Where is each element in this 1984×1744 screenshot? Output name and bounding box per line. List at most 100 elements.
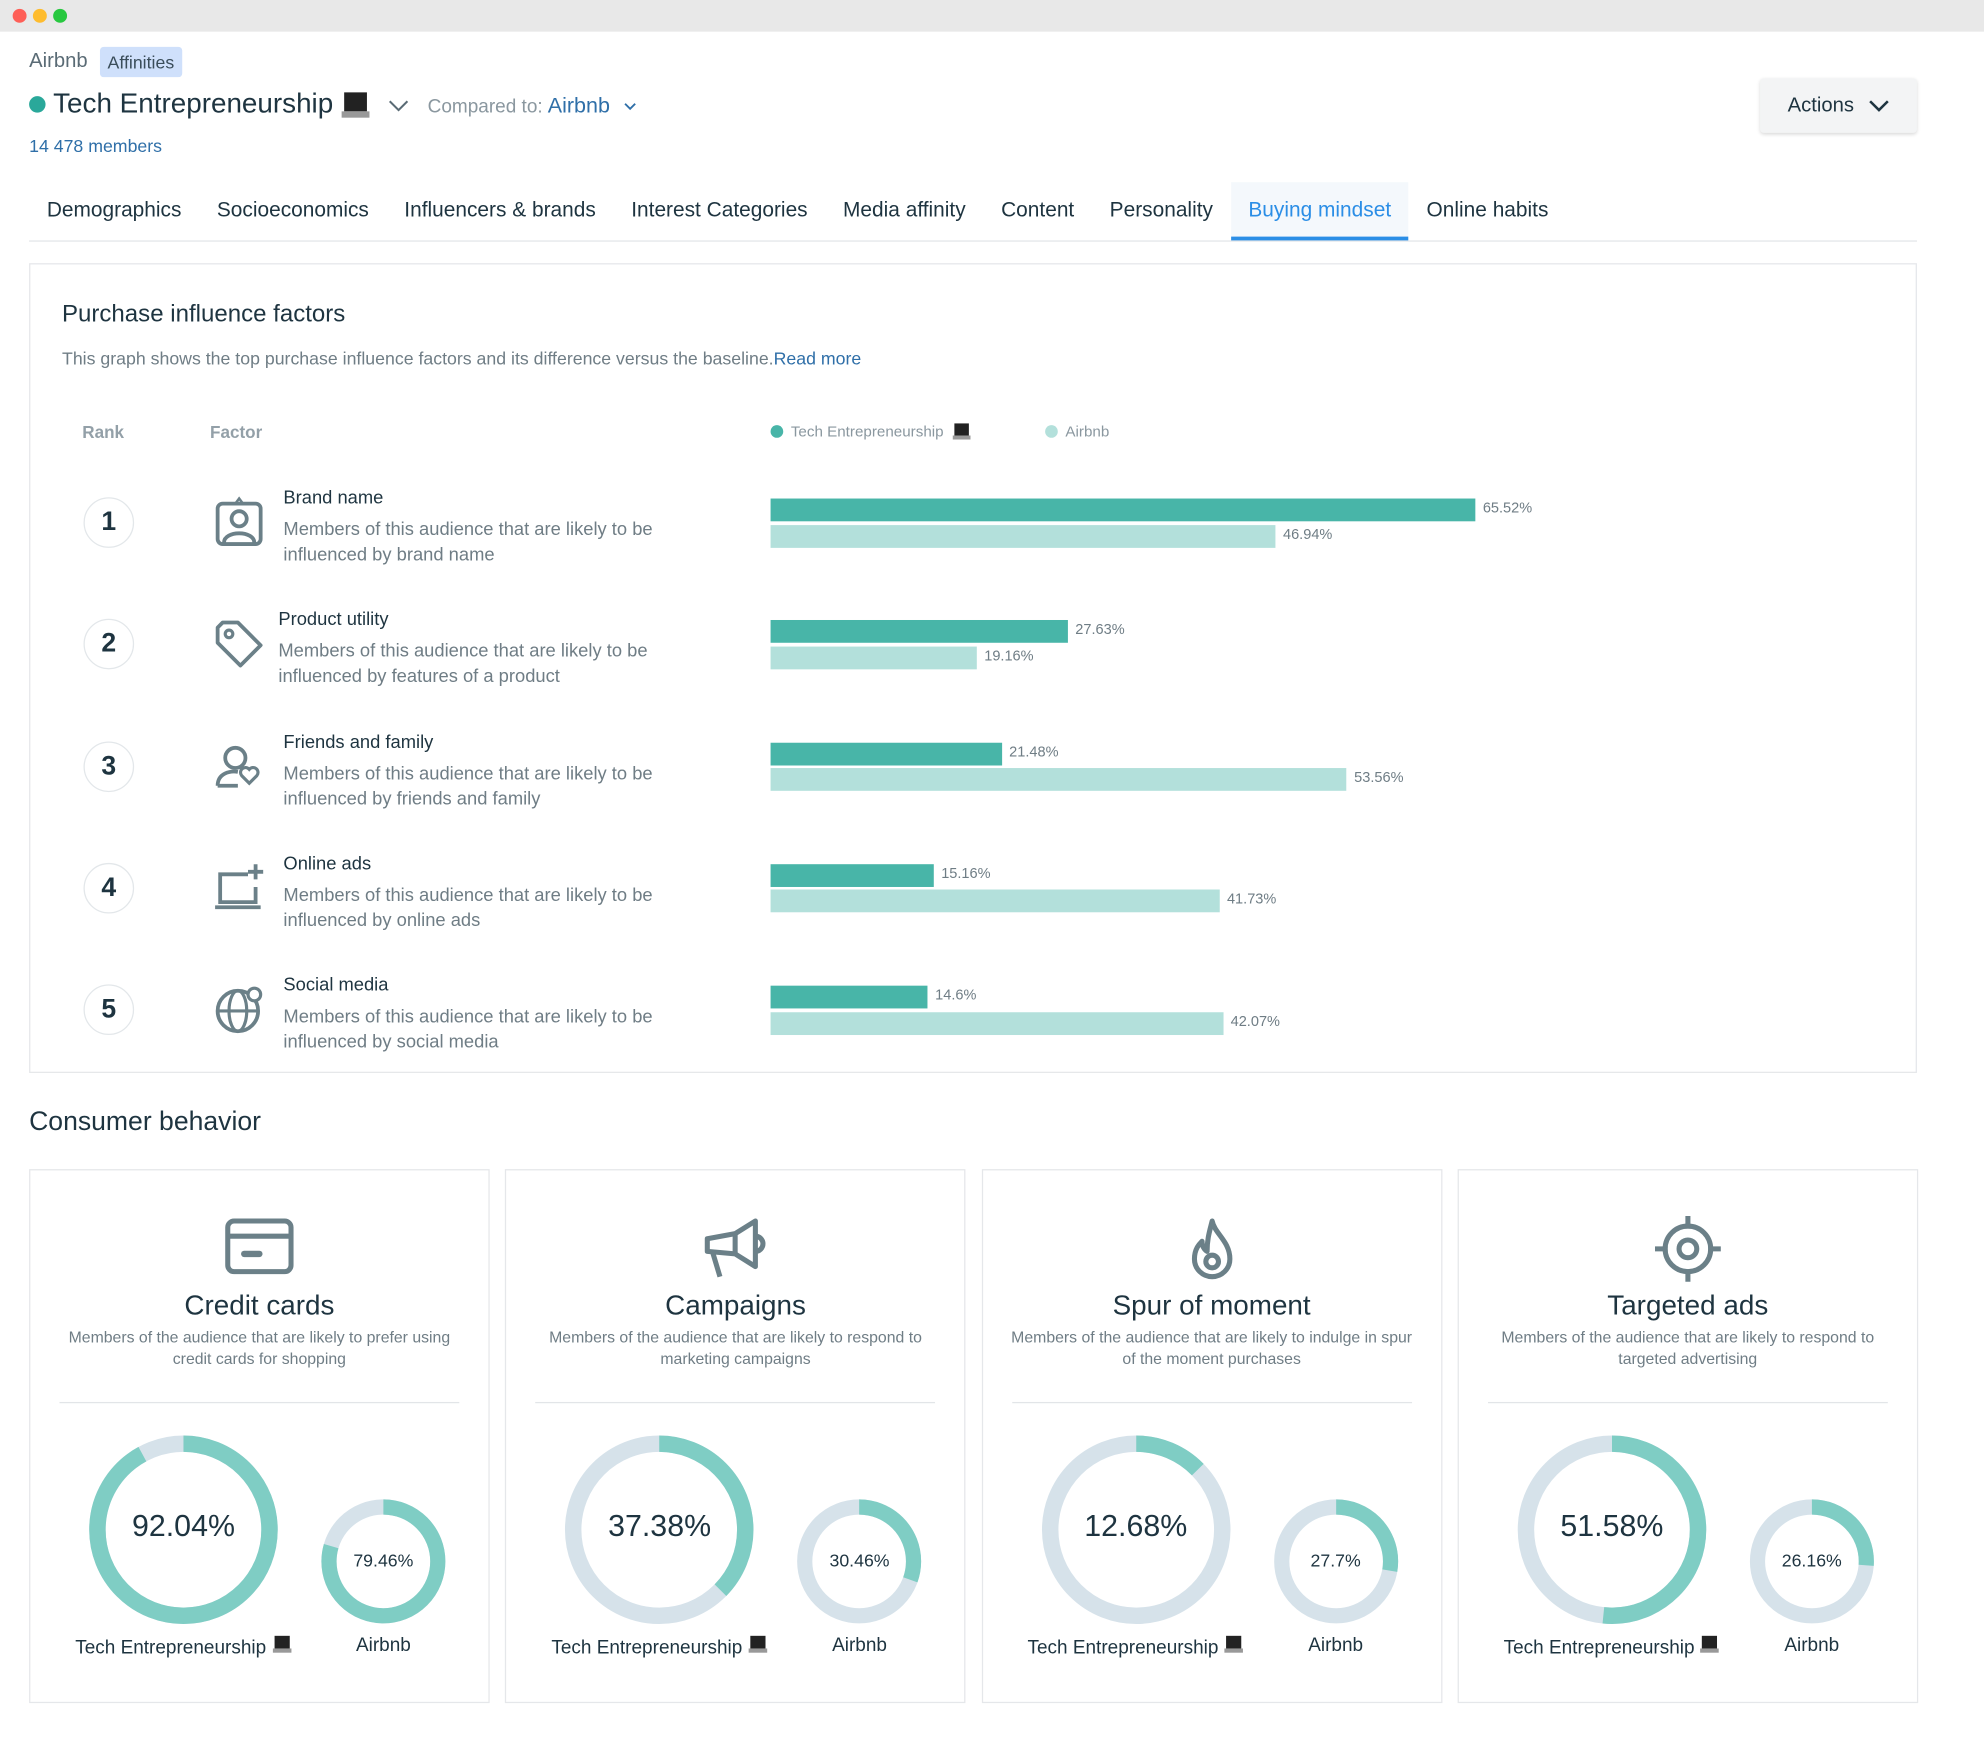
bar-value-label: 27.63% [1075, 622, 1125, 639]
tab-content[interactable]: Content [983, 182, 1092, 240]
laptop-icon [1700, 1635, 1720, 1653]
audience-value: 12.68% [1084, 1509, 1188, 1544]
rank-badge: 3 [83, 740, 135, 792]
baseline-name: Airbnb [1784, 1634, 1840, 1657]
factor-description: Members of this audience that are likely… [283, 1007, 653, 1053]
tab-online-habits[interactable]: Online habits [1409, 182, 1566, 240]
baseline-value: 30.46% [829, 1549, 890, 1571]
laptop-icon [952, 423, 971, 440]
bar-value-label: 15.16% [941, 866, 991, 882]
chevron-down-icon[interactable] [387, 96, 410, 114]
factor-description: Members of this audience that are likely… [278, 641, 648, 688]
user-heart-icon [215, 745, 260, 788]
close-window-button[interactable] [12, 8, 27, 23]
baseline-value: 79.46% [353, 1549, 414, 1571]
divider [1011, 1401, 1412, 1404]
bar-baseline[interactable] [770, 646, 977, 670]
bar-baseline[interactable] [770, 1011, 1224, 1035]
audience-name: Tech Entrepreneurship [533, 1635, 786, 1659]
audience-title: Tech Entrepreneurship [53, 87, 334, 119]
laptop-icon [748, 1635, 767, 1653]
window-titlebar [0, 0, 1984, 32]
bar-audience[interactable] [770, 498, 1476, 522]
bar-baseline[interactable] [770, 890, 1220, 913]
audience-name: Tech Entrepreneurship [1009, 1635, 1262, 1659]
actions-label: Actions [1787, 94, 1854, 116]
tag-icon [215, 621, 263, 668]
tab-demographics[interactable]: Demographics [29, 182, 199, 240]
chevron-down-icon[interactable] [623, 100, 638, 113]
factor-title: Product utility [278, 610, 389, 631]
compared-label: Compared to: [427, 96, 543, 118]
brand-name: Airbnb [29, 50, 88, 73]
tab-bar: Demographics Socioeconomics Influencers … [29, 182, 1917, 242]
tab-buying-mindset[interactable]: Buying mindset [1230, 182, 1409, 241]
baseline-value: 27.7% [1310, 1549, 1361, 1571]
compared-value[interactable]: Airbnb [548, 94, 610, 118]
bar-audience[interactable] [770, 985, 928, 1009]
credit-card-icon [225, 1218, 294, 1275]
consumer-card: Campaigns Members of the audience that a… [505, 1169, 966, 1704]
maximize-window-button[interactable] [53, 8, 68, 23]
factor-title: Brand name [283, 488, 384, 509]
baseline-name: Airbnb [355, 1634, 411, 1657]
card-description: Members of the audience that are likely … [1011, 1328, 1413, 1368]
factor-title: Friends and family [283, 732, 434, 753]
tab-media-affinity[interactable]: Media affinity [825, 182, 983, 240]
card-description: Members of the audience that are likely … [549, 1328, 922, 1368]
rank-badge: 2 [83, 619, 135, 670]
compared-to-selector[interactable]: Compared to: Airbnb [428, 94, 638, 119]
globe-icon [215, 986, 263, 1034]
audience-name: Tech Entrepreneurship [57, 1635, 310, 1659]
factor-description: Members of this audience that are likely… [283, 520, 653, 566]
factor-header: Factor [210, 422, 263, 442]
divider [59, 1401, 460, 1404]
members-count[interactable]: 14 478 members [29, 135, 162, 155]
megaphone-icon [705, 1218, 766, 1278]
tab-socioeconomics[interactable]: Socioeconomics [199, 182, 386, 240]
chevron-down-icon [1869, 99, 1890, 112]
tab-personality[interactable]: Personality [1092, 182, 1231, 240]
section-title: Purchase influence factors [61, 301, 346, 328]
audience-name: Tech Entrepreneurship [1485, 1635, 1738, 1659]
baseline-value: 26.16% [1781, 1549, 1842, 1571]
card-title: Spur of moment [1112, 1289, 1311, 1321]
card-title: Campaigns [665, 1289, 806, 1321]
audience-name-text: Tech Entrepreneurship [1503, 1637, 1695, 1659]
bar-audience[interactable] [770, 864, 934, 887]
id-badge-icon [215, 496, 263, 546]
legend-swatch [1045, 425, 1058, 438]
legend-label: Tech Entrepreneurship [790, 422, 944, 441]
tab-interest-categories[interactable]: Interest Categories [614, 182, 826, 240]
baseline-name: Airbnb [832, 1634, 887, 1657]
bar-value-label: 65.52% [1482, 501, 1533, 517]
audience-name-text: Tech Entrepreneurship [1027, 1637, 1219, 1659]
audience-selector[interactable]: Tech Entrepreneurship [53, 87, 409, 120]
card-title: Credit cards [184, 1289, 335, 1321]
laptop-icon [342, 92, 371, 118]
bar-value-label: 53.56% [1354, 770, 1404, 786]
factor-title: Online ads [283, 853, 372, 875]
bar-baseline[interactable] [770, 768, 1347, 791]
laptop-icon [1224, 1635, 1244, 1653]
bar-baseline[interactable] [770, 524, 1276, 548]
actions-button[interactable]: Actions [1760, 78, 1917, 133]
legend-baseline: Airbnb [1045, 423, 1109, 440]
bar-value-label: 42.07% [1230, 1014, 1280, 1030]
consumer-behavior-title: Consumer behavior [29, 1107, 261, 1137]
card-description: Members of the audience that are likely … [68, 1328, 451, 1368]
divider [1487, 1401, 1888, 1404]
rank-badge: 1 [83, 497, 135, 548]
description-text: This graph shows the top purchase influe… [61, 347, 774, 369]
audience-name-text: Tech Entrepreneurship [75, 1637, 267, 1659]
bar-audience[interactable] [770, 742, 1002, 765]
minimize-window-button[interactable] [32, 8, 47, 23]
factor-description: Members of this audience that are likely… [283, 885, 653, 932]
bar-value-label: 14.6% [935, 988, 977, 1004]
bar-audience[interactable] [770, 620, 1068, 644]
card-title: Targeted ads [1607, 1289, 1769, 1321]
tab-influencers-brands[interactable]: Influencers & brands [387, 182, 614, 240]
rank-badge: 4 [83, 862, 135, 914]
read-more-link[interactable]: Read more [774, 348, 862, 368]
affinities-badge: Affinities [99, 46, 182, 78]
